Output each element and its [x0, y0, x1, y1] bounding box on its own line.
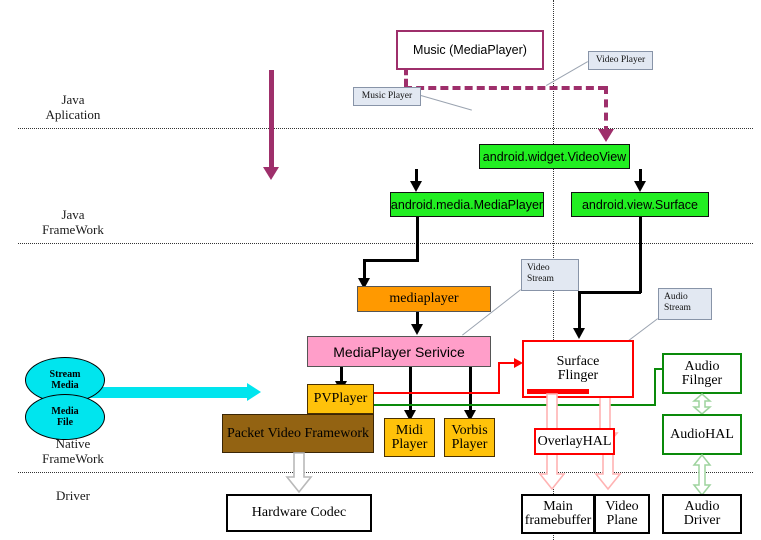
- edge-surface-down2: [578, 291, 581, 331]
- node-hardware-codec[interactable]: Hardware Codec: [226, 494, 372, 532]
- arrowhead-surface-to-surfaceflinger: [573, 328, 585, 339]
- arrowhead-media-source: [247, 383, 261, 401]
- edge-music-to-videoview-v: [604, 86, 608, 134]
- node-vorbis-player[interactable]: Vorbis Player: [444, 418, 495, 457]
- layer-label-driver: Driver: [56, 488, 90, 503]
- layer-separator-framework: [18, 243, 753, 244]
- edge-green-up: [654, 368, 656, 406]
- edge-surface-left: [578, 291, 641, 294]
- edge-mediaplayer-api-left: [363, 259, 419, 262]
- edge-packetvideo-to-codec: [285, 452, 313, 494]
- arrowhead-music-to-videoview: [598, 129, 614, 142]
- layer-label-java-framework: Java FrameWork: [42, 207, 104, 237]
- node-audiohal[interactable]: AudioHAL: [662, 414, 742, 455]
- node-midi-player[interactable]: Midi Player: [384, 418, 435, 457]
- node-android-media-mediaplayer[interactable]: android.media.MediaPlayer: [390, 192, 544, 217]
- edge-audiohal-audiodriver: [690, 453, 714, 497]
- edge-media-source: [82, 387, 250, 398]
- edge-service-to-midi: [409, 367, 412, 413]
- node-main-framebuffer[interactable]: Main framebuffer: [521, 494, 595, 534]
- node-audio-flinger[interactable]: Audio Filnger: [662, 353, 742, 394]
- edge-music-to-mediaplayer: [269, 70, 274, 170]
- node-android-view-surface[interactable]: android.view.Surface: [571, 192, 709, 217]
- node-packet-video-framework[interactable]: Packet Video Framework: [222, 414, 374, 453]
- edge-red-up: [498, 362, 500, 394]
- diagram-canvas: Java Aplication Java FrameWork Native Fr…: [0, 0, 761, 540]
- callout-video-stream: Video Stream: [521, 259, 579, 291]
- node-pvplayer[interactable]: PVPlayer: [307, 384, 374, 414]
- layer-label-native-framework: Native FrameWork: [42, 436, 104, 466]
- callout-music-player: Music Player: [353, 87, 421, 106]
- arrowhead-videoview-to-surface: [634, 181, 646, 192]
- arrowhead-videoview-to-mediaplayer-api: [410, 181, 422, 192]
- arrowhead-mediaplayer-to-service: [411, 324, 423, 335]
- callout-audio-stream: Audio Stream: [658, 288, 712, 320]
- node-overlayhal[interactable]: OverlayHAL: [534, 428, 615, 455]
- node-mediaplayer[interactable]: mediaplayer: [357, 286, 491, 312]
- node-audio-driver[interactable]: Audio Driver: [662, 494, 742, 534]
- layer-separator-application: [18, 128, 753, 129]
- edge-audioflinger-audiohal: [690, 393, 714, 415]
- node-music-mediaplayer[interactable]: Music (MediaPlayer): [396, 30, 544, 70]
- callout-leader-music-player: [420, 95, 472, 111]
- edge-music-dashed-stub: [404, 68, 408, 86]
- edge-music-to-videoview-h: [404, 86, 606, 90]
- callout-video-player: Video Player: [588, 51, 653, 70]
- arrowhead-music-to-mediaplayer: [263, 167, 279, 180]
- node-mediaplayer-service[interactable]: MediaPlayer Serivice: [307, 336, 491, 367]
- layer-separator-driver: [18, 472, 753, 473]
- edge-service-to-vorbis: [469, 367, 472, 413]
- node-media-file[interactable]: Media File: [25, 394, 105, 440]
- edge-surface-down: [639, 217, 642, 293]
- node-video-plane[interactable]: Video Plane: [594, 494, 650, 534]
- node-android-widget-videoview[interactable]: android.widget.VideoView: [479, 144, 630, 169]
- edge-mediaplayer-api-down: [416, 217, 419, 261]
- layer-label-java-application: Java Aplication: [45, 92, 101, 122]
